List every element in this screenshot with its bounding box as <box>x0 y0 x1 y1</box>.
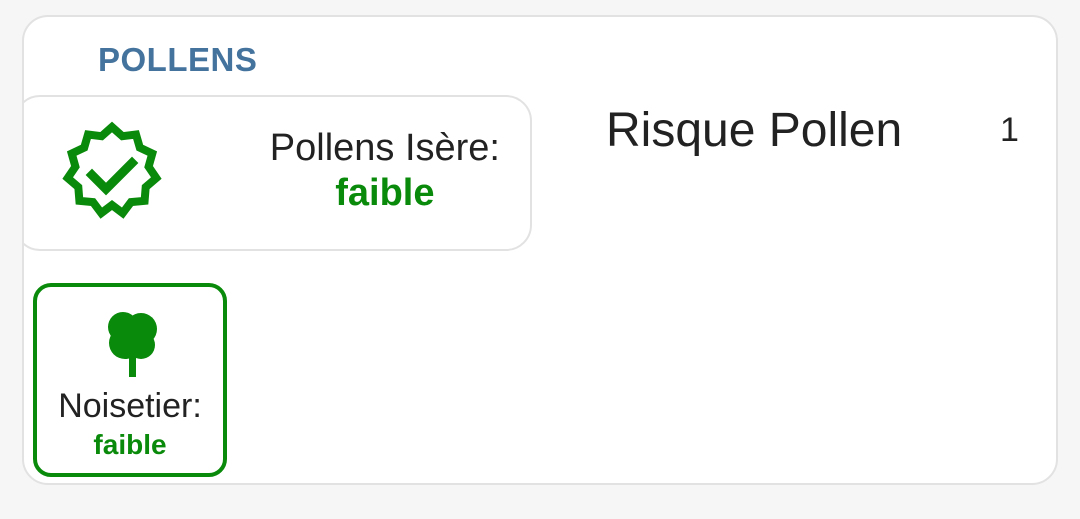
status-label: Pollens Isère: faible <box>270 127 500 215</box>
risk-title: Risque Pollen <box>606 104 903 157</box>
tree-icon <box>108 312 157 377</box>
check-badge-icon <box>62 121 162 219</box>
status-label-text: Pollens Isère: <box>269 127 500 169</box>
pollen-card: POLLENS Pollens Isère: faible Risque Pol… <box>22 15 1058 485</box>
pollen-item-noisetier[interactable]: Noisetier: faible <box>33 283 227 477</box>
risk-value: 1 <box>1000 111 1019 149</box>
card-title: POLLENS <box>98 41 258 78</box>
pollen-status-tile[interactable]: Pollens Isère: faible <box>24 95 532 251</box>
status-level: faible <box>335 172 435 214</box>
pollen-level: faible <box>93 429 167 460</box>
pollen-name: Noisetier: <box>58 387 202 425</box>
